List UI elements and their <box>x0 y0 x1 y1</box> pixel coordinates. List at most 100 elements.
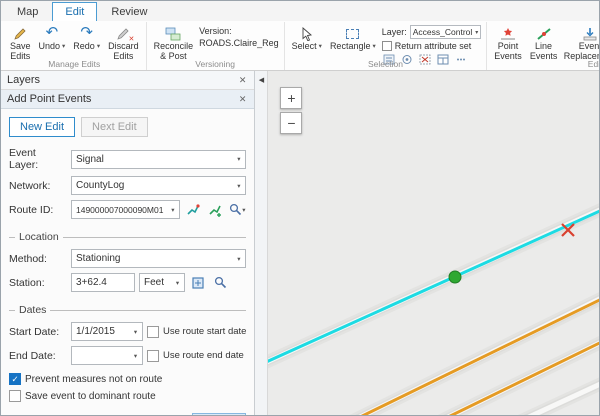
chevron-down-icon: ▾ <box>62 43 65 50</box>
chevron-down-icon: ▾ <box>97 43 100 50</box>
version-info: Version: ROADS.Claire_Reg <box>199 24 279 49</box>
start-date-label: Start Date: <box>9 326 67 338</box>
use-route-start-date-checkbox[interactable] <box>147 326 159 338</box>
route-id-combo[interactable]: 149000007000090M01 ▾ <box>71 200 180 219</box>
chevron-down-icon: ▾ <box>166 206 179 214</box>
pencil-discard-icon: ✕ <box>116 25 130 42</box>
route-picker-icon[interactable] <box>206 201 224 219</box>
collapse-pane-button[interactable]: ◀ <box>255 71 267 89</box>
location-section-label: Location <box>19 231 59 243</box>
add-point-events-title: Add Point Events <box>7 93 237 105</box>
save-dominant-route-checkbox[interactable] <box>9 390 21 402</box>
new-edit-button[interactable]: New Edit <box>9 117 75 137</box>
version-label: Version: <box>199 26 279 38</box>
add-point-events-header: Add Point Events ✕ <box>1 90 254 109</box>
chevron-down-icon: ▾ <box>319 43 322 50</box>
ribbon: Save Edits ↶ Undo ▾ ↷ Redo ▾ <box>1 21 599 71</box>
zoom-out-button[interactable]: − <box>280 112 302 134</box>
event-replacement-icon <box>582 25 598 42</box>
network-label: Network: <box>9 180 67 192</box>
reconcile-post-button[interactable]: Reconcile & Post <box>152 24 196 63</box>
undo-label: Undo <box>39 42 61 52</box>
next-edit-button[interactable]: Next Edit <box>81 117 148 137</box>
tab-review[interactable]: Review <box>99 3 159 21</box>
chevron-down-icon: ▾ <box>475 29 478 36</box>
check-icon: ✓ <box>11 374 18 385</box>
return-attribute-set-checkbox[interactable] <box>382 41 392 51</box>
close-icon[interactable]: ✕ <box>237 94 249 105</box>
map-zoom-control: + − <box>280 87 302 134</box>
network-select[interactable]: CountyLog ▾ <box>71 176 246 195</box>
layers-pane-header: Layers ✕ <box>1 71 254 90</box>
use-route-end-date-label: Use route end date <box>163 350 244 361</box>
end-date-input[interactable]: ▾ <box>71 346 143 365</box>
undo-icon: ↶ <box>46 25 59 42</box>
red-x-icon: ✕ <box>128 36 134 44</box>
start-date-value: 1/1/2015 <box>76 326 129 337</box>
select-route-on-map-icon[interactable] <box>184 201 202 219</box>
use-route-start-date-label: Use route start date <box>163 326 246 337</box>
ribbon-group-versioning: Reconcile & Post Version: ROADS.Claire_R… <box>146 22 284 70</box>
zoom-to-station-icon[interactable] <box>211 274 229 292</box>
map-view[interactable]: + − <box>268 71 599 415</box>
prevent-measures-checkbox[interactable]: ✓ <box>9 373 21 385</box>
event-point <box>449 271 461 283</box>
undo-button[interactable]: ↶ Undo ▾ <box>37 24 68 53</box>
chevron-down-icon: ▾ <box>129 328 142 336</box>
pick-station-on-map-icon[interactable] <box>189 274 207 292</box>
save-edits-button[interactable]: Save Edits <box>8 24 33 63</box>
selection-layer-select[interactable]: Access_Control ▾ <box>410 25 482 39</box>
reconcile-post-icon <box>165 25 181 42</box>
redo-label: Redo <box>73 42 95 52</box>
version-value[interactable]: ROADS.Claire_Reg <box>199 38 279 50</box>
route-id-label: Route ID: <box>9 204 67 216</box>
save-dominant-route-label: Save event to dominant route <box>25 391 156 402</box>
event-layer-select[interactable]: Signal ▾ <box>71 150 246 169</box>
method-value: Stationing <box>76 253 232 264</box>
dashed-rectangle-icon <box>346 25 359 42</box>
dates-section-label: Dates <box>19 304 46 316</box>
station-input[interactable]: 3+62.4 <box>71 273 135 292</box>
group-label-manage-edits: Manage Edits <box>3 59 146 69</box>
event-replacement-button[interactable]: Event Replacement <box>563 24 599 63</box>
line-event-icon <box>536 25 552 42</box>
prevent-measures-label: Prevent measures not on route <box>25 374 162 385</box>
line-events-button[interactable]: Line Events <box>528 24 560 63</box>
chevron-down-icon: ▾ <box>232 155 245 163</box>
location-section-divider: Location <box>9 231 246 243</box>
ribbon-tabbar: Map Edit Review <box>1 1 599 21</box>
redo-icon: ↷ <box>80 25 93 42</box>
selection-layer-value: Access_Control <box>413 27 473 37</box>
redo-button[interactable]: ↷ Redo ▾ <box>71 24 102 53</box>
layer-label: Layer: <box>382 27 407 37</box>
point-events-button[interactable]: Point Events <box>492 24 524 63</box>
chevron-down-icon: ▾ <box>171 279 184 287</box>
chevron-down-icon: ▾ <box>372 43 375 50</box>
group-label-selection: Selection <box>285 59 487 69</box>
zoom-to-route-icon[interactable]: ▾ <box>228 201 246 219</box>
select-tool-button[interactable]: Select ▾ <box>290 24 324 53</box>
rectangle-label: Rectangle <box>330 42 371 52</box>
station-unit-value: Feet <box>144 277 171 288</box>
station-unit-select[interactable]: Feet ▾ <box>139 273 185 292</box>
use-route-end-date-checkbox[interactable] <box>147 350 159 362</box>
zoom-in-button[interactable]: + <box>280 87 302 109</box>
start-date-input[interactable]: 1/1/2015 ▾ <box>71 322 143 341</box>
rectangle-tool-button[interactable]: Rectangle ▾ <box>328 24 378 53</box>
discard-edits-button[interactable]: ✕ Discard Edits <box>106 24 141 63</box>
pane-splitter[interactable]: ◀ <box>255 71 268 415</box>
chevron-down-icon: ▾ <box>232 255 245 263</box>
ribbon-group-edit-events: Point Events Line Events Event Replaceme… <box>486 22 599 70</box>
tab-edit[interactable]: Edit <box>52 2 97 21</box>
chevron-down-icon: ▾ <box>242 206 245 214</box>
tab-map[interactable]: Map <box>5 3 50 21</box>
method-select[interactable]: Stationing ▾ <box>71 249 246 268</box>
method-label: Method: <box>9 253 67 265</box>
basemap <box>268 71 600 416</box>
close-icon[interactable]: ✕ <box>237 75 249 86</box>
station-label: Station: <box>9 277 67 289</box>
end-date-label: End Date: <box>9 350 67 362</box>
group-label-versioning: Versioning <box>147 59 284 69</box>
application-window: Map Edit Review Save Edits ↶ Undo ▾ <box>0 0 600 416</box>
dates-section-divider: Dates <box>9 304 246 316</box>
